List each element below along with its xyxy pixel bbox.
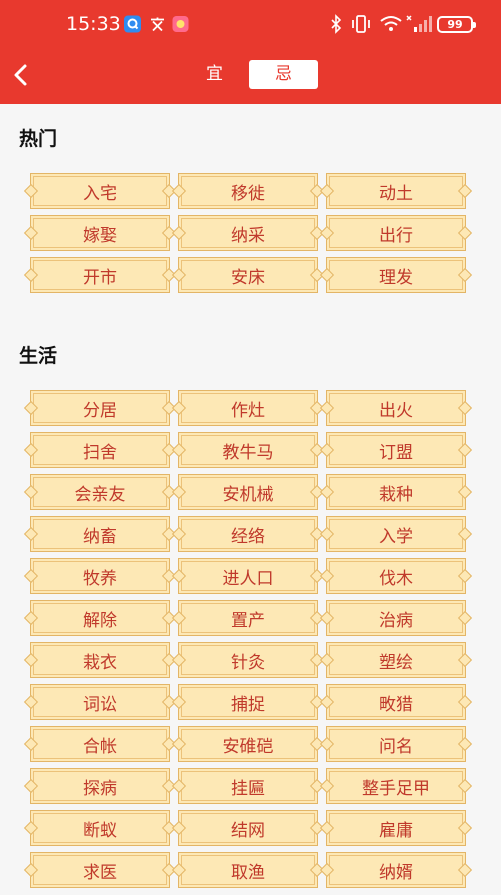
activity-item[interactable]: 问名 bbox=[326, 726, 466, 762]
activity-item[interactable]: 进人口 bbox=[178, 558, 318, 594]
activity-item[interactable]: 捕捉 bbox=[178, 684, 318, 720]
activity-item[interactable]: 取渔 bbox=[178, 852, 318, 888]
activity-item[interactable]: 畋猎 bbox=[326, 684, 466, 720]
activity-item[interactable]: 纳畜 bbox=[30, 516, 170, 552]
activity-item[interactable]: 安床 bbox=[178, 257, 318, 293]
activity-item[interactable]: 求医 bbox=[30, 852, 170, 888]
activity-item[interactable]: 雇庸 bbox=[326, 810, 466, 846]
section-title-life: 生活 bbox=[19, 345, 58, 367]
activity-item[interactable]: 探病 bbox=[30, 768, 170, 804]
activity-item[interactable]: 教牛马 bbox=[178, 432, 318, 468]
activity-item[interactable]: 分居 bbox=[30, 390, 170, 426]
activity-item[interactable]: 栽衣 bbox=[30, 642, 170, 678]
activity-item[interactable]: 会亲友 bbox=[30, 474, 170, 510]
tab-yi[interactable]: 宜 bbox=[180, 60, 249, 89]
activity-item[interactable]: 挂匾 bbox=[178, 768, 318, 804]
activity-item[interactable]: 纳采 bbox=[178, 215, 318, 251]
activity-item[interactable]: 订盟 bbox=[326, 432, 466, 468]
chat-notification-icon bbox=[124, 15, 141, 33]
activity-item[interactable]: 结网 bbox=[178, 810, 318, 846]
activity-item[interactable]: 置产 bbox=[178, 600, 318, 636]
activity-item[interactable]: 伐木 bbox=[326, 558, 466, 594]
activity-item[interactable]: 扫舍 bbox=[30, 432, 170, 468]
translate-app-icon bbox=[151, 17, 164, 32]
activity-item[interactable]: 入学 bbox=[326, 516, 466, 552]
activity-item[interactable]: 针灸 bbox=[178, 642, 318, 678]
activity-item[interactable]: 治病 bbox=[326, 600, 466, 636]
popular-activities-grid: 入宅 移徙 动土嫁娶 纳采 出行开市 安床 理发 bbox=[30, 173, 466, 293]
activity-item[interactable]: 牧养 bbox=[30, 558, 170, 594]
activity-item[interactable]: 入宅 bbox=[30, 173, 170, 209]
activity-item[interactable]: 动土 bbox=[326, 173, 466, 209]
section-title-popular: 热门 bbox=[19, 128, 58, 150]
activity-item[interactable]: 出行 bbox=[326, 215, 466, 251]
activity-item[interactable]: 嫁娶 bbox=[30, 215, 170, 251]
activity-item[interactable]: 出火 bbox=[326, 390, 466, 426]
activity-item[interactable]: 解除 bbox=[30, 600, 170, 636]
battery-indicator: 99 bbox=[437, 16, 476, 33]
activity-item[interactable]: 纳婿 bbox=[326, 852, 466, 888]
vibrate-icon bbox=[352, 15, 370, 33]
activity-item[interactable]: 作灶 bbox=[178, 390, 318, 426]
activity-item[interactable]: 移徙 bbox=[178, 173, 318, 209]
activity-item[interactable]: 栽种 bbox=[326, 474, 466, 510]
app-header: 15:33 99 宜 忌 bbox=[0, 0, 501, 104]
activity-item[interactable]: 安碓硙 bbox=[178, 726, 318, 762]
status-bar: 15:33 99 bbox=[0, 0, 501, 50]
life-activities-grid: 分居 作灶 出火扫舍 教牛马 订盟会亲友 安机械 栽种纳畜 经络 入学牧养 进人口 伐木解除 置产 治病… bbox=[30, 390, 466, 888]
bluetooth-icon bbox=[331, 14, 342, 34]
status-time: 15:33 bbox=[66, 13, 121, 35]
yi-ji-segmented-control: 宜 忌 bbox=[180, 60, 318, 89]
activity-item[interactable]: 塑绘 bbox=[326, 642, 466, 678]
activity-item[interactable]: 安机械 bbox=[178, 474, 318, 510]
wifi-icon bbox=[380, 16, 402, 31]
signal-icon bbox=[406, 15, 432, 32]
activity-item[interactable]: 断蚁 bbox=[30, 810, 170, 846]
activity-item[interactable]: 经络 bbox=[178, 516, 318, 552]
activity-item[interactable]: 整手足甲 bbox=[326, 768, 466, 804]
activity-item[interactable]: 开市 bbox=[30, 257, 170, 293]
activity-item[interactable]: 合帐 bbox=[30, 726, 170, 762]
activity-item[interactable]: 词讼 bbox=[30, 684, 170, 720]
photo-app-icon bbox=[172, 16, 189, 32]
activity-item[interactable]: 理发 bbox=[326, 257, 466, 293]
back-arrow-icon[interactable] bbox=[10, 62, 34, 88]
tab-ji[interactable]: 忌 bbox=[249, 60, 318, 89]
